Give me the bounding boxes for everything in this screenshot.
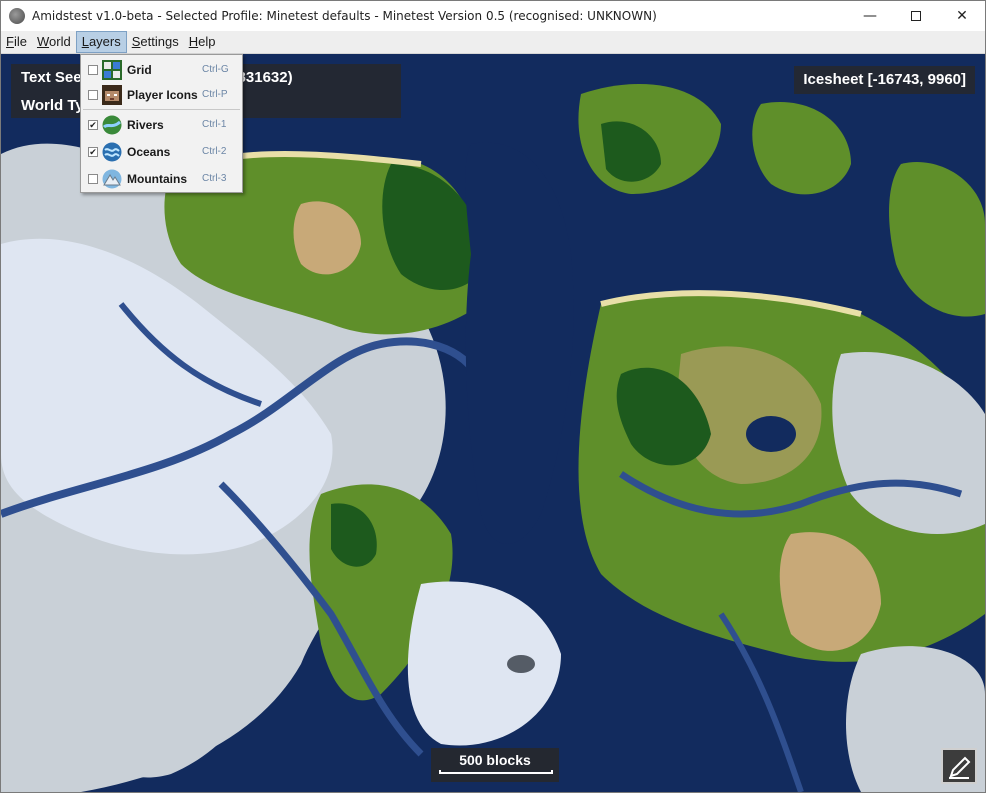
oceans-icon — [102, 142, 122, 161]
menu-world-mnemonic: W — [36, 34, 50, 49]
menu-settings-label: ettings — [140, 34, 179, 49]
menu-settings[interactable]: Settings — [127, 31, 184, 53]
maximize-icon — [911, 11, 921, 21]
window-title: Amidstest v1.0-beta - Selected Profile: … — [32, 9, 657, 23]
player-icons-checkbox[interactable] — [88, 89, 98, 100]
menu-separator — [83, 109, 240, 110]
menu-file-mnemonic: F — [6, 34, 14, 49]
menu-world[interactable]: World — [32, 31, 76, 53]
maximize-button[interactable] — [893, 1, 939, 31]
mountains-label: Mountains — [127, 171, 187, 186]
mountains-icon — [102, 169, 122, 188]
rivers-icon — [102, 115, 122, 134]
grid-label: Grid — [127, 62, 152, 77]
scale-indicator: 500 blocks — [431, 748, 559, 782]
pencil-icon — [949, 756, 971, 779]
menu-help-label: elp — [198, 34, 216, 49]
close-button[interactable]: ✕ — [939, 1, 985, 31]
close-icon: ✕ — [956, 8, 968, 24]
player-icons-label: Player Icons — [127, 87, 198, 102]
menu-file-label: ile — [13, 34, 27, 49]
biome-readout: Icesheet [-16743, 9960] — [794, 66, 975, 94]
menu-file[interactable]: File — [1, 31, 32, 53]
minimize-icon: — — [863, 8, 877, 24]
mountains-checkbox[interactable] — [88, 173, 98, 184]
rivers-shortcut: Ctrl-1 — [202, 119, 227, 130]
menu-help[interactable]: Help — [184, 31, 221, 53]
menu-world-label: orld — [49, 34, 71, 49]
app-icon — [9, 8, 25, 24]
rivers-label: Rivers — [127, 117, 164, 132]
layers-item-oceans[interactable]: ✔ Oceans Ctrl-2 — [81, 139, 242, 164]
edit-button[interactable] — [941, 748, 977, 784]
mountains-shortcut: Ctrl-3 — [202, 173, 227, 184]
oceans-checkbox[interactable]: ✔ — [88, 146, 98, 157]
menu-layers-label: ayers — [88, 34, 121, 49]
menu-help-mnemonic: H — [188, 34, 199, 49]
minimize-button[interactable]: — — [847, 1, 893, 31]
grid-icon — [102, 59, 122, 80]
menu-layers-mnemonic: L — [81, 34, 89, 49]
menu-layers[interactable]: Layers — [75, 31, 127, 53]
player-icon — [102, 84, 122, 105]
app-window: Amidstest v1.0-beta - Selected Profile: … — [0, 0, 986, 793]
menu-bar: File World Layers Settings Help — [1, 31, 985, 54]
layers-item-mountains[interactable]: Mountains Ctrl-3 — [81, 166, 242, 191]
layers-item-grid[interactable]: Grid Ctrl-G — [81, 57, 242, 82]
layers-dropdown: Grid Ctrl-G Player Icons Ctrl-P ✔ Rivers… — [80, 54, 243, 193]
player-icons-shortcut: Ctrl-P — [202, 89, 228, 100]
title-bar[interactable]: Amidstest v1.0-beta - Selected Profile: … — [1, 1, 985, 31]
rivers-checkbox[interactable]: ✔ — [88, 119, 98, 130]
grid-checkbox[interactable] — [88, 64, 98, 75]
layers-item-player-icons[interactable]: Player Icons Ctrl-P — [81, 82, 242, 107]
oceans-label: Oceans — [127, 144, 171, 159]
lake-1 — [746, 416, 796, 452]
scale-bar — [439, 770, 553, 774]
oceans-shortcut: Ctrl-2 — [202, 146, 227, 157]
scale-label: 500 blocks — [459, 752, 531, 768]
grid-shortcut: Ctrl-G — [202, 64, 229, 75]
layers-item-rivers[interactable]: ✔ Rivers Ctrl-1 — [81, 112, 242, 137]
lake-2 — [507, 655, 535, 673]
